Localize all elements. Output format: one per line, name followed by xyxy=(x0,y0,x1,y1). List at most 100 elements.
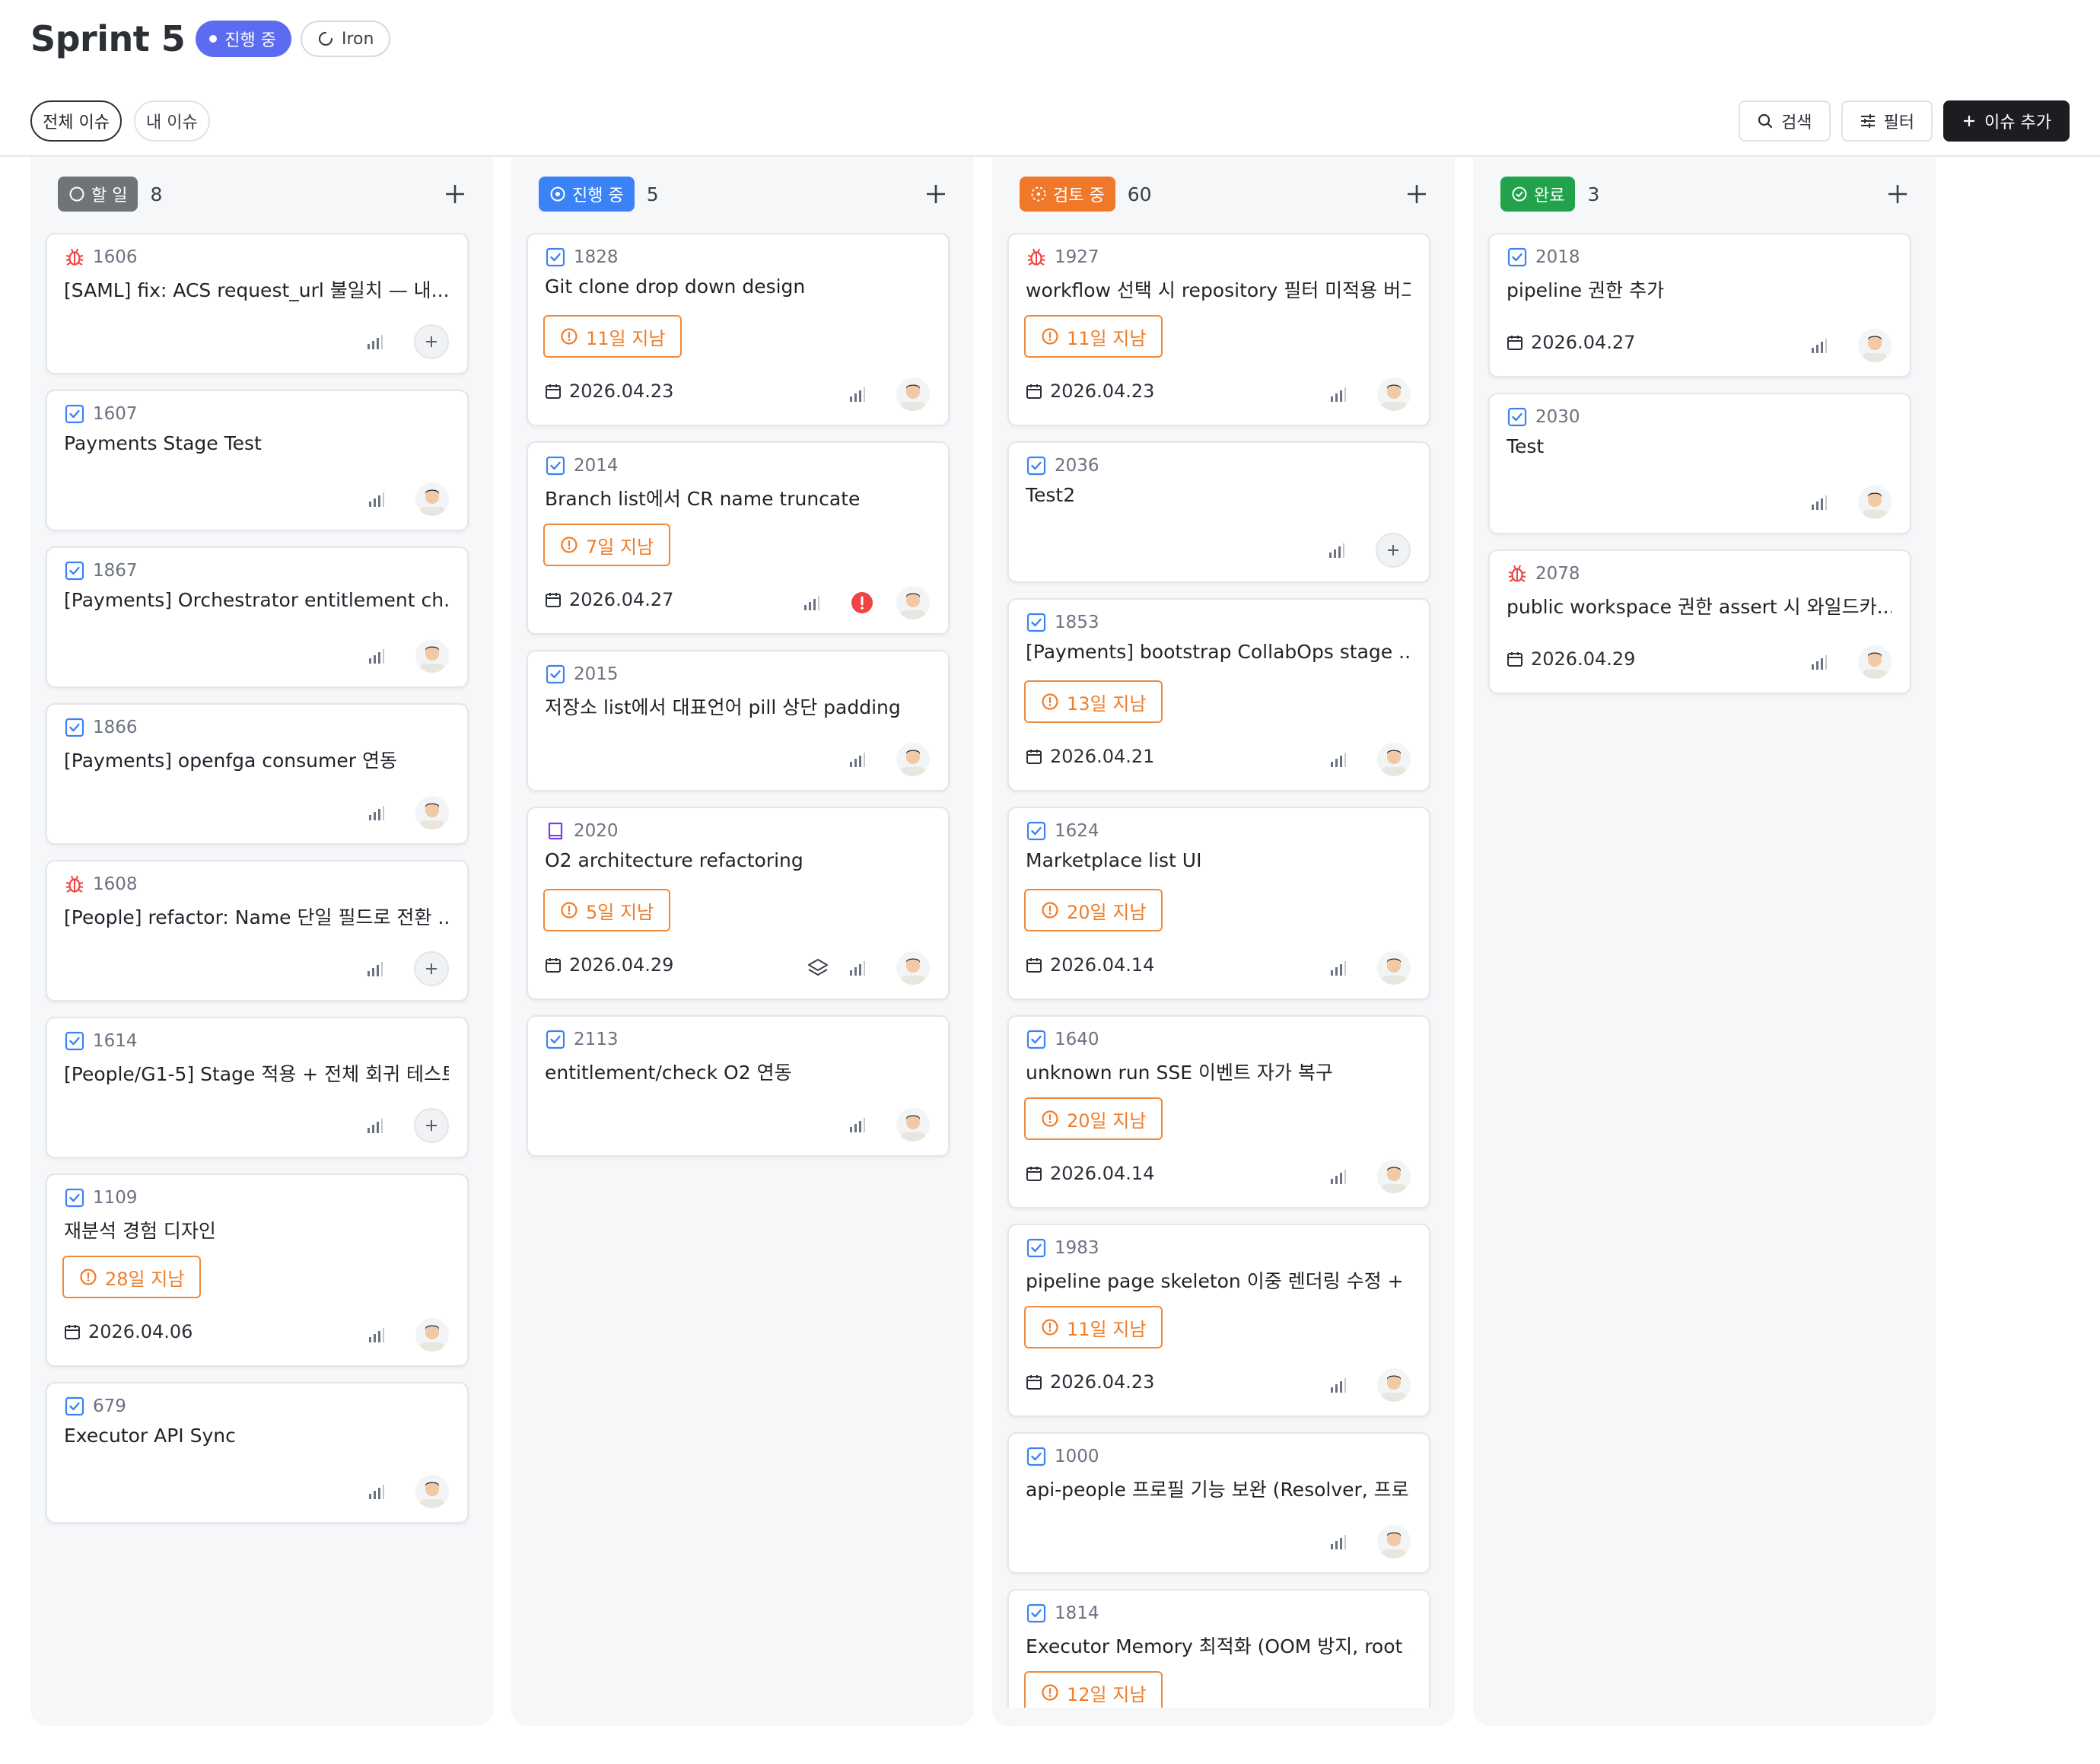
tab-all-issues[interactable]: 전체 이슈 xyxy=(30,100,122,142)
priority-icon[interactable] xyxy=(367,1326,385,1344)
add-card-button[interactable] xyxy=(440,179,470,209)
assignee-avatar[interactable] xyxy=(1858,486,1892,519)
priority-icon[interactable] xyxy=(1328,750,1347,769)
priority-icon[interactable] xyxy=(1328,385,1347,403)
issue-card[interactable]: 679 Executor API Sync xyxy=(46,1382,469,1524)
assignee-avatar[interactable] xyxy=(896,586,930,619)
issue-card[interactable]: 1614 [People/G1-5] Stage 적용 + 전체 회귀 테스트 xyxy=(46,1017,469,1158)
priority-icon[interactable] xyxy=(848,385,866,403)
priority-icon[interactable] xyxy=(367,1482,385,1501)
issue-title: Test xyxy=(1507,435,1545,457)
priority-icon[interactable] xyxy=(1809,653,1828,671)
priority-icon[interactable] xyxy=(1327,541,1345,559)
card-meta xyxy=(1809,645,1892,679)
priority-icon[interactable] xyxy=(1809,493,1828,511)
add-assignee-button[interactable] xyxy=(1376,533,1411,568)
issue-card[interactable]: 2036 Test2 xyxy=(1007,441,1430,583)
priority-icon[interactable] xyxy=(1809,336,1828,355)
issue-card[interactable]: 1983 pipeline page skeleton 이중 렌더링 수정 + l… xyxy=(1007,1224,1430,1417)
assignee-avatar[interactable] xyxy=(896,377,930,411)
issue-title: [SAML] fix: ACS request_url 불일치 — 내... xyxy=(64,279,449,301)
issue-card[interactable]: 2113 entitlement/check O2 연동 xyxy=(527,1015,950,1157)
issue-card[interactable]: 1606 [SAML] fix: ACS request_url 불일치 — 내.… xyxy=(46,233,469,374)
assignee-avatar[interactable] xyxy=(1858,645,1892,679)
assignee-avatar[interactable] xyxy=(1377,377,1411,411)
priority-icon[interactable] xyxy=(1328,1533,1347,1551)
add-card-button[interactable] xyxy=(1882,179,1913,209)
checkbox-icon xyxy=(64,560,85,581)
assignee-avatar[interactable] xyxy=(1377,1525,1411,1559)
issue-card[interactable]: 1607 Payments Stage Test xyxy=(46,390,469,531)
tab-my-issues[interactable]: 내 이슈 xyxy=(133,100,210,142)
card-meta xyxy=(1328,377,1411,411)
sprint-status-badge[interactable]: 진행 중 xyxy=(196,21,291,57)
priority-icon[interactable] xyxy=(367,490,385,508)
add-assignee-button[interactable] xyxy=(414,1108,449,1143)
assignee-avatar[interactable] xyxy=(896,743,930,776)
priority-icon[interactable] xyxy=(367,647,385,665)
issue-card[interactable]: 1640 unknown run SSE 이벤트 자가 복구 20일 지남 2026.… xyxy=(1007,1015,1430,1208)
filter-button[interactable]: 필터 xyxy=(1841,100,1933,142)
assignee-avatar[interactable] xyxy=(415,1475,449,1508)
assignee-avatar[interactable] xyxy=(896,1108,930,1142)
priority-icon[interactable] xyxy=(365,960,383,978)
issue-card[interactable]: 2020 O2 architecture refactoring 5일 지남 2026… xyxy=(527,807,950,1000)
add-assignee-button[interactable] xyxy=(414,324,449,359)
priority-icon[interactable] xyxy=(367,804,385,822)
issue-card[interactable]: 2015 저장소 list에서 대표언어 pill 상단 padding xyxy=(527,650,950,791)
assignee-avatar[interactable] xyxy=(1377,1368,1411,1402)
assignee-avatar[interactable] xyxy=(896,951,930,985)
issue-card[interactable]: 1853 [Payments] bootstrap CollabOps stage… xyxy=(1007,598,1430,791)
priority-icon[interactable] xyxy=(802,594,820,612)
issue-card[interactable]: 2078 public workspace 권한 assert 시 와일드카...… xyxy=(1488,549,1911,694)
plus-icon xyxy=(423,1117,440,1134)
priority-icon[interactable] xyxy=(848,959,866,977)
issue-card[interactable]: 2018 pipeline 권한 추가 2026.04.27 xyxy=(1488,233,1911,377)
priority-icon[interactable] xyxy=(1328,959,1347,977)
issue-id-row: 1000 xyxy=(1026,1446,1099,1467)
card-meta xyxy=(1328,1160,1411,1193)
assignee-avatar[interactable] xyxy=(1377,951,1411,985)
issue-card[interactable]: 2014 Branch list에서 CR name truncate 7일 지남 2… xyxy=(527,441,950,635)
priority-icon[interactable] xyxy=(848,750,866,769)
assignee-avatar[interactable] xyxy=(1377,743,1411,776)
search-icon xyxy=(1758,113,1773,129)
add-card-button[interactable] xyxy=(921,179,951,209)
alert-circle-icon xyxy=(560,327,586,345)
issue-card[interactable]: 1000 api-people 프로필 기능 보완 (Resolver, 프로..… xyxy=(1007,1432,1430,1574)
add-issue-button[interactable]: 이슈 추가 xyxy=(1943,100,2070,142)
due-date: 2026.04.27 xyxy=(1507,332,1635,353)
priority-icon[interactable] xyxy=(365,333,383,351)
issue-card[interactable]: 2030 Test xyxy=(1488,393,1911,534)
issue-id-row: 2113 xyxy=(545,1029,619,1050)
sprint-tag-badge[interactable]: Iron xyxy=(301,21,391,57)
issue-card[interactable]: 1867 [Payments] Orchestrator entitlement … xyxy=(46,546,469,688)
overdue-badge: 5일 지남 xyxy=(543,889,671,931)
assignee-avatar[interactable] xyxy=(415,639,449,673)
issue-card[interactable]: 1624 Marketplace list UI 20일 지남 2026.04.14 xyxy=(1007,807,1430,1000)
priority-icon[interactable] xyxy=(365,1116,383,1135)
alert-circle-icon xyxy=(560,901,586,919)
assignee-avatar[interactable] xyxy=(415,796,449,829)
issue-title: pipeline page skeleton 이중 렌더링 수정 + l... xyxy=(1026,1270,1411,1292)
issue-card[interactable]: 1927 workflow 선택 시 repository 필터 미적용 버그 11… xyxy=(1007,233,1430,426)
issue-card[interactable]: 1109 재분석 경험 디자인 28일 지남 2026.04.06 xyxy=(46,1173,469,1367)
assignee-avatar[interactable] xyxy=(415,482,449,516)
filter-button-label: 필터 xyxy=(1883,113,1915,132)
issue-card[interactable]: 1866 [Payments] openfga consumer 연동 xyxy=(46,703,469,845)
issue-card[interactable]: 1828 Git clone drop down design 11일 지남 2026… xyxy=(527,233,950,426)
priority-icon[interactable] xyxy=(1328,1376,1347,1394)
issue-card[interactable]: 1608 [People] refactor: Name 단일 필드로 전환 ..… xyxy=(46,860,469,1001)
assignee-avatar[interactable] xyxy=(1377,1160,1411,1193)
assignee-avatar[interactable] xyxy=(1858,329,1892,362)
issue-id: 1983 xyxy=(1055,1238,1099,1258)
checkbox-icon xyxy=(1507,247,1528,268)
column-header: 할 일 8 xyxy=(58,175,470,213)
priority-icon[interactable] xyxy=(848,1116,866,1134)
add-assignee-button[interactable] xyxy=(414,951,449,986)
issue-card[interactable]: 1814 Executor Memory 최적화 (OOM 방지, root ..… xyxy=(1007,1589,1430,1726)
search-button[interactable]: 검색 xyxy=(1739,100,1831,142)
priority-icon[interactable] xyxy=(1328,1167,1347,1186)
assignee-avatar[interactable] xyxy=(415,1318,449,1352)
add-card-button[interactable] xyxy=(1402,179,1432,209)
